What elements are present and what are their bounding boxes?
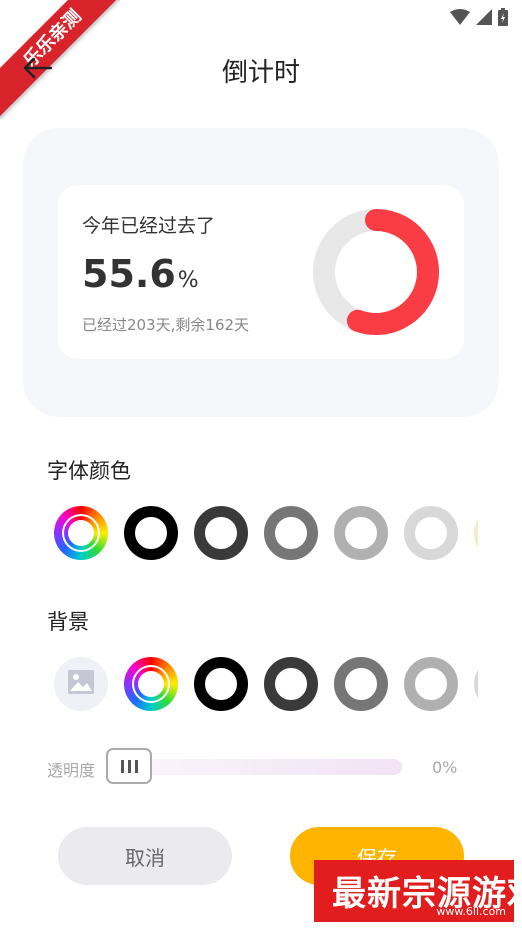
font-color-swatch-5[interactable] (404, 506, 458, 560)
background-swatch-2[interactable] (194, 657, 248, 711)
font-color-label: 字体颜色 (47, 459, 131, 483)
widget-percent-unit: % (177, 268, 199, 293)
color-wheel-icon (138, 671, 164, 697)
font-color-swatch-1[interactable] (124, 506, 178, 560)
opacity-slider-thumb[interactable] (106, 748, 152, 784)
progress-donut (313, 209, 439, 335)
watermark-url: www.6ll.com (436, 905, 506, 918)
widget-percent: 55.6% (82, 252, 199, 296)
background-swatch-3[interactable] (264, 657, 318, 711)
background-swatch-4[interactable] (334, 657, 388, 711)
opacity-slider-track[interactable] (110, 759, 402, 775)
widget-percent-value: 55.6 (82, 252, 176, 296)
wifi-icon (450, 9, 470, 25)
cancel-button[interactable]: 取消 (58, 827, 232, 885)
font-color-swatches (0, 503, 478, 563)
grip-line-icon (127, 759, 131, 773)
page-title: 倒计时 (221, 58, 300, 88)
font-color-swatch-4[interactable] (334, 506, 388, 560)
widget-subtitle: 已经过203天,剩余162天 (82, 316, 250, 334)
header: 倒计时 (0, 40, 522, 100)
grip-line-icon (120, 759, 124, 773)
background-label: 背景 (47, 610, 89, 634)
opacity-value: 0% (432, 758, 458, 777)
signal-icon (476, 9, 492, 25)
font-color-swatch-3[interactable] (264, 506, 318, 560)
image-icon (67, 669, 95, 699)
font-color-swatch-6[interactable] (474, 506, 478, 560)
font-color-swatch-2[interactable] (194, 506, 248, 560)
background-custom-color-swatch[interactable] (124, 657, 178, 711)
color-wheel-icon (68, 520, 94, 546)
background-image-swatch[interactable] (54, 657, 108, 711)
site-watermark: 最新宗源游戏 www.6ll.com (314, 860, 522, 922)
background-swatch-6[interactable] (474, 657, 478, 711)
background-swatches (0, 654, 478, 714)
battery-icon (498, 8, 508, 26)
font-color-custom-color-swatch[interactable] (54, 506, 108, 560)
widget-heading: 今年已经过去了 (82, 215, 216, 237)
opacity-label: 透明度 (47, 761, 96, 780)
grip-line-icon (134, 759, 138, 773)
background-swatch-5[interactable] (404, 657, 458, 711)
